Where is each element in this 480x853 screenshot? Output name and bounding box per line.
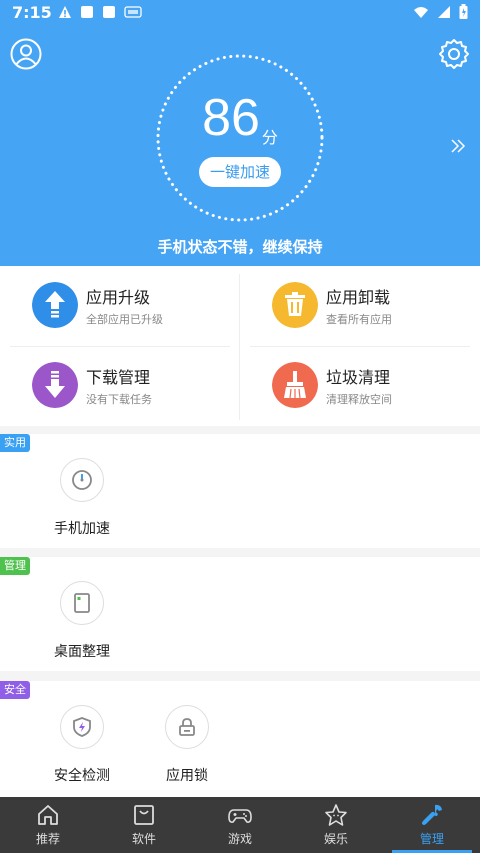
tool-subtitle: 全部应用已升级 bbox=[86, 313, 163, 326]
feature-app-lock[interactable]: 应用锁 bbox=[137, 705, 237, 805]
shield-icon bbox=[60, 705, 104, 749]
nfc-icon bbox=[124, 6, 142, 18]
desktop-organize-icon bbox=[60, 581, 104, 625]
double-chevron-right-icon[interactable] bbox=[450, 138, 466, 154]
feature-security-scan[interactable]: 安全检测 bbox=[32, 705, 132, 805]
quick-tools-panel: 应用升级 全部应用已升级 应用卸载 查看所有应用 下载管理 没有下载任务 垃圾清… bbox=[0, 266, 480, 426]
tool-subtitle: 清理释放空间 bbox=[326, 393, 392, 406]
section-tag: 实用 bbox=[0, 434, 30, 452]
feature-label: 手机加速 bbox=[54, 521, 110, 537]
tool-app-upgrade[interactable]: 应用升级 全部应用已升级 bbox=[32, 266, 252, 346]
nav-entertainment[interactable]: 娱乐 bbox=[288, 797, 384, 853]
broom-icon bbox=[272, 362, 318, 408]
tool-app-uninstall[interactable]: 应用卸载 查看所有应用 bbox=[272, 266, 480, 346]
speedometer-icon bbox=[60, 458, 104, 502]
wrench-icon bbox=[422, 804, 442, 825]
nav-label: 管理 bbox=[419, 832, 444, 846]
one-tap-boost-button[interactable]: 一键加速 bbox=[199, 157, 281, 187]
feature-phone-boost[interactable]: 手机加速 bbox=[32, 458, 132, 558]
signal-icon bbox=[438, 5, 450, 18]
warning-icon bbox=[59, 6, 71, 18]
notification-icon bbox=[81, 6, 93, 18]
tool-download-manager[interactable]: 下载管理 没有下载任务 bbox=[32, 346, 252, 426]
battery-icon bbox=[459, 4, 468, 19]
tool-title: 下载管理 bbox=[86, 368, 151, 387]
upgrade-arrow-icon bbox=[32, 282, 78, 328]
score-value: 86 bbox=[202, 89, 260, 147]
section-practical: 实用 手机加速 bbox=[0, 434, 480, 548]
section-tag: 安全 bbox=[0, 681, 30, 699]
section-security: 安全 安全检测 应用锁 bbox=[0, 681, 480, 797]
tool-title: 应用升级 bbox=[86, 288, 151, 307]
nav-label: 游戏 bbox=[227, 832, 252, 846]
nav-games[interactable]: 游戏 bbox=[192, 797, 288, 853]
nav-label: 软件 bbox=[131, 832, 156, 846]
download-icon bbox=[32, 362, 78, 408]
nav-manage[interactable]: 管理 bbox=[384, 797, 480, 853]
tool-title: 应用卸载 bbox=[326, 288, 391, 307]
section-manage: 管理 桌面整理 bbox=[0, 557, 480, 671]
tool-subtitle: 查看所有应用 bbox=[326, 313, 392, 326]
hero-header: 7:15 86 分 一键加速 手机状态不错，继续保持 bbox=[0, 0, 480, 266]
nav-label: 娱乐 bbox=[323, 832, 348, 846]
section-tag: 管理 bbox=[0, 557, 30, 575]
status-time: 7:15 bbox=[12, 3, 52, 22]
user-avatar-icon[interactable] bbox=[10, 38, 42, 70]
bottom-navigation: 推荐 软件 游戏 娱乐 管理 bbox=[0, 797, 480, 853]
gamepad-icon bbox=[228, 809, 252, 823]
feature-label: 安全检测 bbox=[54, 768, 110, 784]
settings-gear-icon[interactable] bbox=[438, 38, 470, 70]
nav-label: 推荐 bbox=[35, 832, 60, 846]
nav-software[interactable]: 软件 bbox=[96, 797, 192, 853]
feature-desktop-organize[interactable]: 桌面整理 bbox=[32, 581, 132, 681]
status-message: 手机状态不错，继续保持 bbox=[157, 238, 323, 256]
lock-icon bbox=[165, 705, 209, 749]
status-bar: 7:15 bbox=[0, 0, 480, 26]
notification-icon bbox=[103, 6, 115, 18]
feature-label: 应用锁 bbox=[166, 768, 208, 784]
wifi-icon bbox=[414, 6, 428, 18]
star-icon bbox=[325, 804, 347, 826]
feature-label: 桌面整理 bbox=[54, 644, 110, 660]
tool-junk-clean[interactable]: 垃圾清理 清理释放空间 bbox=[272, 346, 480, 426]
trash-icon bbox=[272, 282, 318, 328]
nav-recommend[interactable]: 推荐 bbox=[0, 797, 96, 853]
bag-icon bbox=[134, 805, 154, 825]
tool-title: 垃圾清理 bbox=[326, 368, 391, 387]
tool-subtitle: 没有下载任务 bbox=[86, 393, 152, 406]
score-unit: 分 bbox=[261, 130, 278, 147]
home-icon bbox=[38, 805, 58, 825]
